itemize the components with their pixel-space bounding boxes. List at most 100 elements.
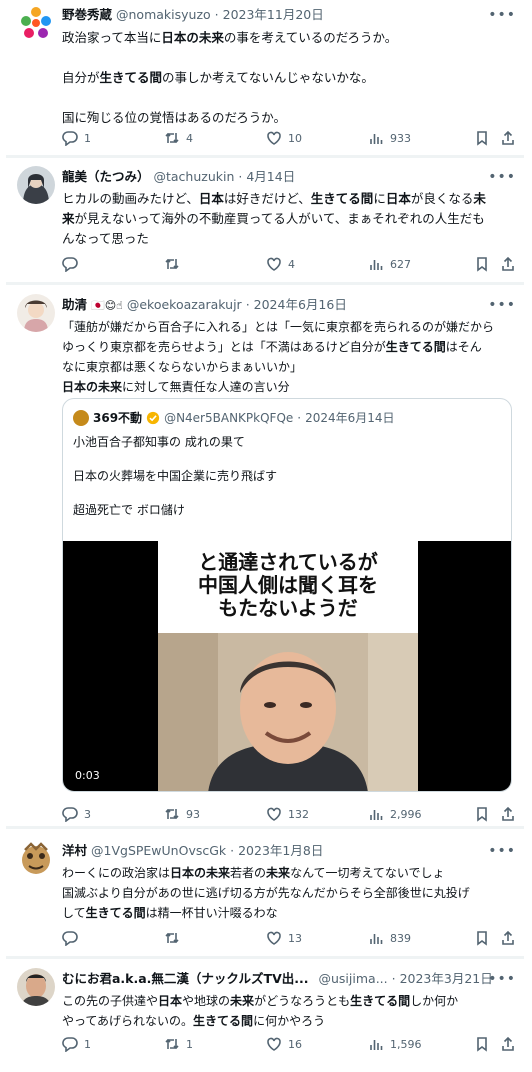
- tweet-header: 助清 🇯🇵😊☝ @ekoekoazarakujr · 2024年6月16日 ••…: [62, 294, 516, 316]
- bookmark-icon: [477, 931, 487, 946]
- analytics-icon: [370, 134, 383, 144]
- quoted-tweet-text: 小池百合子都知事の 成れの果て 日本の火葬場を中国企業に売り飛ばす 超過死亡で …: [73, 435, 278, 517]
- tweet[interactable]: 野巻秀蔵 @nomakisyuzo · 2023年11月20日 ••• 政治家っ…: [0, 0, 532, 155]
- more-horizontal-icon[interactable]: •••: [488, 968, 516, 990]
- video-player[interactable]: と通達されているが 中国人側は聞く耳を もたないようだ 0:03: [63, 541, 511, 791]
- user-handle[interactable]: @usijima...: [319, 971, 388, 986]
- tweet-date[interactable]: 4月14日: [246, 169, 295, 184]
- tweet-text: 「蓮舫が嫌だから百合子に入れる」とは「一気に東京都を売られるのが嫌だから ゆっく…: [62, 320, 495, 394]
- bookmark-button[interactable]: [474, 804, 490, 824]
- analytics-icon: [370, 1040, 383, 1050]
- retweet-button[interactable]: 4: [164, 128, 193, 148]
- reply-button[interactable]: 3: [62, 804, 91, 824]
- tweet[interactable]: 助清 🇯🇵😊☝ @ekoekoazarakujr · 2024年6月16日 ••…: [0, 286, 532, 826]
- display-name[interactable]: 野巻秀蔵: [62, 7, 112, 22]
- video-caption: と通達されているが 中国人側は聞く耳を もたないようだ: [198, 550, 378, 620]
- separator-dot: ·: [245, 297, 250, 312]
- share-button[interactable]: [500, 804, 516, 824]
- tweet-actions: 13 839: [62, 928, 522, 948]
- display-name[interactable]: 龍美（たつみ）: [62, 169, 150, 184]
- retweet-icon: [165, 258, 179, 270]
- tweet-text: この先の子供達や日本や地球の未来がどうなろうとも生きてる間しか何か やってあげら…: [62, 994, 459, 1028]
- display-name[interactable]: 助清: [62, 297, 87, 312]
- avatar[interactable]: [17, 840, 55, 878]
- verified-badge-icon: [146, 411, 160, 425]
- divider: [6, 826, 524, 829]
- quoted-display-name[interactable]: 369不動: [93, 407, 142, 429]
- more-horizontal-icon[interactable]: •••: [488, 166, 516, 188]
- separator-dot: ·: [297, 411, 302, 425]
- tweet-actions: 4 627: [62, 254, 522, 274]
- retweet-button[interactable]: 93: [164, 804, 200, 824]
- more-horizontal-icon[interactable]: •••: [488, 840, 516, 862]
- retweet-button[interactable]: [164, 254, 186, 274]
- reply-button[interactable]: 1: [62, 128, 91, 148]
- reply-icon: [62, 807, 78, 822]
- reply-icon: [62, 131, 78, 146]
- views-button[interactable]: 2,996: [368, 804, 422, 824]
- views-button[interactable]: 627: [368, 254, 411, 274]
- avatar[interactable]: [17, 294, 55, 332]
- retweet-button[interactable]: [164, 928, 186, 948]
- bookmark-icon: [477, 131, 487, 146]
- more-horizontal-icon[interactable]: •••: [488, 4, 516, 26]
- avatar[interactable]: [17, 4, 55, 42]
- views-button[interactable]: 839: [368, 928, 411, 948]
- more-horizontal-icon[interactable]: •••: [488, 294, 516, 316]
- user-handle[interactable]: @1VgSPEwUnOvscGk: [91, 843, 226, 858]
- bookmark-button[interactable]: [474, 254, 490, 274]
- reply-button[interactable]: [62, 928, 84, 948]
- user-handle[interactable]: @ekoekoazarakujr: [127, 297, 242, 312]
- avatar[interactable]: [17, 968, 55, 1006]
- share-button[interactable]: [500, 128, 516, 148]
- video-frame: と通達されているが 中国人側は聞く耳を もたないようだ: [158, 541, 418, 791]
- share-button[interactable]: [500, 254, 516, 274]
- views-button[interactable]: 1,596: [368, 1034, 422, 1054]
- retweet-icon: [165, 1038, 179, 1050]
- tweet-date[interactable]: 2023年1月8日: [238, 843, 323, 858]
- like-button[interactable]: 10: [266, 128, 302, 148]
- quoted-tweet-header: 369不動 @N4er5BANKPkQFQe · 2024年6月14日: [73, 407, 395, 429]
- tweet[interactable]: 龍美（たつみ） @tachuzukin · 4月14日 ••• ヒカルの動画みた…: [0, 158, 532, 283]
- display-name[interactable]: 洋村: [62, 843, 87, 858]
- user-handle[interactable]: @tachuzukin: [154, 169, 235, 184]
- avatar[interactable]: [17, 166, 55, 204]
- like-button[interactable]: 4: [266, 254, 295, 274]
- bookmark-button[interactable]: [474, 1034, 490, 1054]
- bookmark-button[interactable]: [474, 128, 490, 148]
- tweet-header: むにお君a.k.a.無二漢（ナックルズTV出... @usijima... · …: [62, 968, 516, 990]
- like-button[interactable]: 13: [266, 928, 302, 948]
- retweet-button[interactable]: 1: [164, 1034, 193, 1054]
- tweet[interactable]: 洋村 @1VgSPEwUnOvscGk · 2023年1月8日 ••• わーくに…: [0, 830, 532, 958]
- reply-button[interactable]: [62, 254, 84, 274]
- like-button[interactable]: 132: [266, 804, 309, 824]
- divider: [6, 282, 524, 285]
- quoted-user-handle[interactable]: @N4er5BANKPkQFQe: [164, 407, 293, 429]
- like-button[interactable]: 16: [266, 1034, 302, 1054]
- tweet-actions: 1 4 10 933: [62, 128, 522, 148]
- reply-button[interactable]: 1: [62, 1034, 91, 1054]
- views-button[interactable]: 933: [368, 128, 411, 148]
- tweet-date[interactable]: 2024年6月16日: [254, 297, 347, 312]
- display-name[interactable]: むにお君a.k.a.無二漢（ナックルズTV出...: [62, 971, 309, 986]
- video-duration: 0:03: [71, 768, 104, 783]
- quoted-tweet[interactable]: 369不動 @N4er5BANKPkQFQe · 2024年6月14日 小池百合…: [62, 398, 512, 792]
- tweet-header: 洋村 @1VgSPEwUnOvscGk · 2023年1月8日 •••: [62, 840, 516, 862]
- share-icon: [502, 806, 514, 821]
- reply-icon: [62, 257, 78, 272]
- tweet-date[interactable]: 2023年3月21日: [400, 971, 493, 986]
- user-handle[interactable]: @nomakisyuzo: [116, 7, 211, 22]
- share-button[interactable]: [500, 1034, 516, 1054]
- heart-icon: [267, 1037, 281, 1051]
- bookmark-button[interactable]: [474, 928, 490, 948]
- quoted-tweet-date[interactable]: 2024年6月14日: [305, 407, 394, 429]
- tweet-actions: 1 1 16 1,596: [62, 1034, 522, 1054]
- heart-icon: [267, 257, 281, 271]
- tweet[interactable]: むにお君a.k.a.無二漢（ナックルズTV出... @usijima... · …: [0, 960, 532, 1072]
- separator-dot: ·: [230, 843, 235, 858]
- heart-icon: [267, 807, 281, 821]
- quoted-avatar[interactable]: [73, 410, 89, 426]
- video-person-image: [158, 633, 418, 791]
- share-button[interactable]: [500, 928, 516, 948]
- tweet-date[interactable]: 2023年11月20日: [223, 7, 324, 22]
